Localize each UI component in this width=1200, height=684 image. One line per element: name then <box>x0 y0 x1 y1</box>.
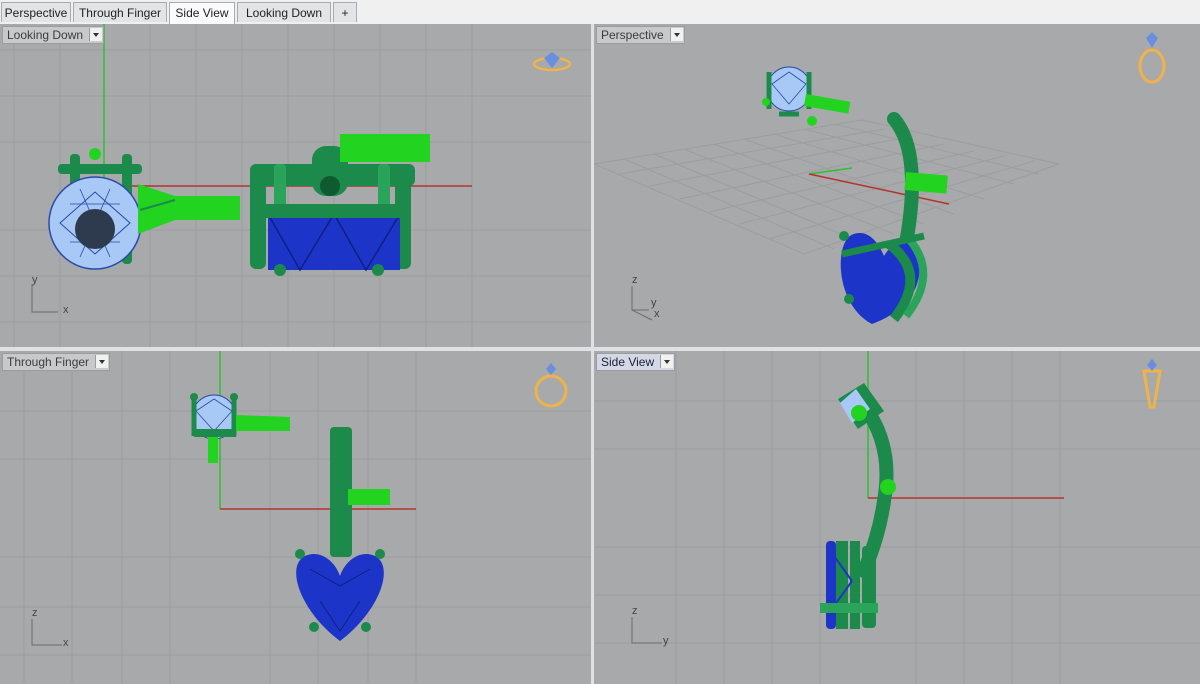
tab-looking-down[interactable]: Looking Down <box>237 2 331 22</box>
round-setting-perspective <box>762 66 851 126</box>
viewport-divider-vertical[interactable] <box>591 24 594 684</box>
viewport-divider-horizontal[interactable] <box>0 347 1200 351</box>
axis-label-z: z <box>32 607 38 619</box>
tab-perspective[interactable]: Perspective <box>1 2 71 22</box>
chevron-down-icon[interactable] <box>95 355 109 368</box>
viewport-through-finger[interactable]: Through Finger z x <box>0 351 591 684</box>
viewport-looking-down[interactable]: Looking Down y x <box>0 24 591 347</box>
axis-label-x: x <box>654 308 660 320</box>
viewport-tab-bar: Perspective Through Finger Side View Loo… <box>0 0 1200 25</box>
viewport-label-text: Through Finger <box>7 355 90 369</box>
viewport-label-through-finger[interactable]: Through Finger <box>2 353 111 371</box>
looking-down-scene <box>0 24 591 347</box>
perspective-scene <box>594 32 1166 324</box>
viewport-label-text: Looking Down <box>7 28 84 42</box>
viewport-label-perspective[interactable]: Perspective <box>596 26 685 44</box>
axis-label-y: y <box>663 635 669 647</box>
axis-label-z: z <box>632 274 638 286</box>
axis-label-z: z <box>632 605 638 617</box>
heart-setting-top <box>250 134 430 276</box>
axis-label-x: x <box>63 637 69 649</box>
chevron-down-icon[interactable] <box>669 28 683 41</box>
ring-orientation-icon <box>1138 32 1166 84</box>
ring-orientation-icon <box>532 52 572 72</box>
ring-orientation-icon <box>534 363 568 408</box>
viewport-perspective[interactable]: Perspective z y x <box>594 24 1200 347</box>
chevron-down-icon[interactable] <box>660 355 674 368</box>
tab-side-view[interactable]: Side View <box>169 2 235 24</box>
viewport-label-looking-down[interactable]: Looking Down <box>2 26 105 44</box>
tab-add-button[interactable]: + <box>333 2 357 22</box>
round-setting-top <box>48 148 240 270</box>
axis-label-y: y <box>32 274 38 286</box>
viewport-side-view[interactable]: Side View z y <box>594 351 1200 684</box>
axis-label-x: x <box>63 304 69 316</box>
viewport-label-text: Perspective <box>601 28 664 42</box>
heart-setting-perspective <box>839 112 948 324</box>
side-view-scene <box>594 351 1200 684</box>
shank-side-view <box>820 383 896 629</box>
through-finger-scene <box>0 351 591 684</box>
ring-orientation-icon <box>1142 359 1162 409</box>
viewport-label-text: Side View <box>601 355 655 369</box>
tab-through-finger[interactable]: Through Finger <box>73 2 167 22</box>
round-setting-through-finger <box>190 393 290 463</box>
chevron-down-icon[interactable] <box>89 28 103 41</box>
viewport-label-side-view[interactable]: Side View <box>596 353 676 371</box>
